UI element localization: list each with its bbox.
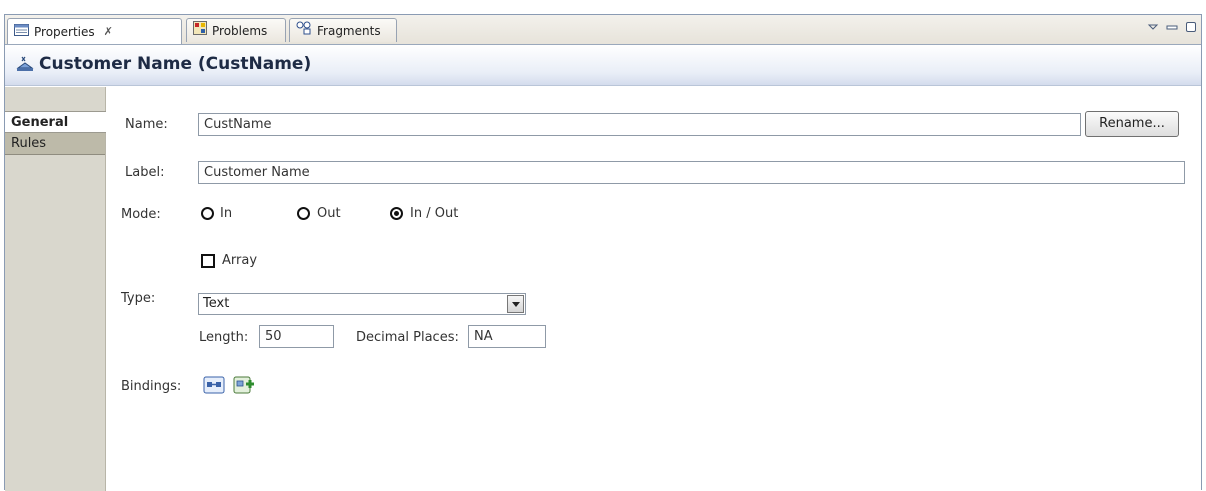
mode-inout-label: In / Out (410, 206, 459, 221)
mode-inout-radio[interactable] (390, 207, 403, 220)
tab-fragments-label: Fragments (317, 23, 381, 38)
decimal-places-label: Decimal Places: (356, 330, 459, 345)
properties-title-bar: Customer Name (CustName) (5, 45, 1201, 86)
bindings-label: Bindings: (121, 379, 182, 394)
tab-problems-label: Problems (212, 23, 268, 38)
close-tab-icon[interactable]: ✗ (104, 21, 113, 43)
type-select[interactable]: Text (198, 293, 526, 315)
mode-label: Mode: (121, 207, 161, 222)
properties-view: Properties ✗ Problems Fragments Customer… (4, 14, 1202, 491)
properties-icon (14, 21, 29, 43)
type-label: Type: (121, 291, 156, 306)
label-label: Label: (125, 165, 165, 180)
name-field[interactable]: CustName (198, 113, 1081, 136)
minimize-icon[interactable] (1166, 21, 1178, 33)
section-tab-general[interactable]: General (5, 111, 106, 133)
tab-problems[interactable]: Problems (186, 18, 286, 42)
mode-in-radio[interactable] (201, 207, 214, 220)
tab-properties-label: Properties (34, 24, 95, 39)
mode-out-label: Out (317, 206, 341, 221)
mode-in-label: In (220, 206, 233, 221)
name-label: Name: (125, 117, 168, 132)
chevron-down-icon[interactable] (507, 295, 524, 313)
view-controls (1147, 21, 1197, 33)
rename-button[interactable]: Rename... (1085, 111, 1179, 137)
view-menu-icon[interactable] (1147, 21, 1159, 33)
view-tab-bar: Properties ✗ Problems Fragments (5, 15, 1201, 45)
array-checkbox[interactable] (201, 254, 215, 268)
decimal-places-field[interactable]: NA (468, 325, 546, 348)
tab-fragments[interactable]: Fragments (289, 18, 397, 42)
tab-properties[interactable]: Properties ✗ (7, 18, 182, 44)
section-tabs: General Rules (5, 87, 106, 491)
section-tab-rules[interactable]: Rules (5, 133, 105, 155)
data-field-icon (15, 54, 35, 74)
length-field[interactable]: 50 (259, 325, 334, 348)
array-label: Array (222, 253, 258, 268)
binding-add-icon[interactable] (233, 373, 255, 395)
label-field[interactable]: Customer Name (198, 161, 1185, 184)
mode-out-radio[interactable] (297, 207, 310, 220)
fragments-icon (296, 20, 312, 42)
length-label: Length: (199, 330, 249, 345)
page-title: Customer Name (CustName) (39, 54, 312, 74)
maximize-icon[interactable] (1185, 21, 1197, 33)
binding-connect-icon[interactable] (203, 374, 225, 396)
problems-icon (193, 20, 207, 42)
type-select-value: Text (203, 296, 230, 311)
